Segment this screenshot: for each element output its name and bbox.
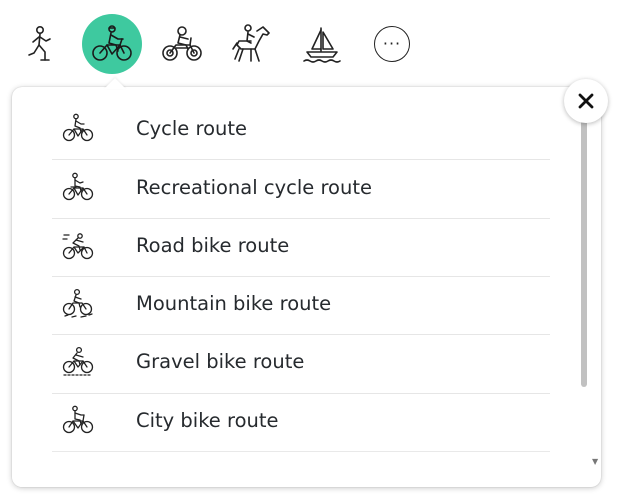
horse-riding-icon <box>232 24 270 62</box>
route-type-list[interactable]: Cycle route Recreational cycle route Roa… <box>12 87 587 487</box>
menu-item-cycle-route[interactable]: Cycle route <box>52 99 550 157</box>
menu-item-recreational-cycle-route[interactable]: Recreational cycle route <box>52 158 550 216</box>
road-bike-icon <box>53 230 103 260</box>
more-icon: ··· <box>374 26 410 62</box>
menu-item-city-bike-route[interactable]: City bike route <box>52 391 550 449</box>
sailboat-icon <box>303 27 341 63</box>
close-button[interactable] <box>564 79 608 123</box>
menu-item-mountain-bike-route[interactable]: Mountain bike route <box>52 274 550 332</box>
scrollbar-thumb[interactable] <box>581 117 587 387</box>
menu-item-label: Cycle route <box>136 116 248 140</box>
city-bike-icon <box>53 405 103 435</box>
menu-item-road-bike-route[interactable]: Road bike route <box>52 216 550 274</box>
mode-walking-button[interactable] <box>12 14 72 74</box>
close-icon <box>578 93 594 109</box>
bicycle-icon <box>92 25 132 61</box>
mode-motorcycle-button[interactable] <box>152 14 212 74</box>
menu-item-label: Mountain bike route <box>136 291 332 315</box>
mode-horse-riding-button[interactable] <box>222 14 282 74</box>
mode-sailing-button[interactable] <box>292 14 352 74</box>
activity-mode-bar: ··· <box>0 0 626 86</box>
menu-item-label: Gravel bike route <box>136 349 305 373</box>
menu-item-label: Road bike route <box>136 233 290 257</box>
menu-item-gravel-bike-route[interactable]: Gravel bike route <box>52 332 550 390</box>
mode-cycling-button[interactable] <box>82 14 142 74</box>
scroll-down-icon[interactable]: ▼ <box>592 458 598 466</box>
route-type-menu: Cycle route Recreational cycle route Roa… <box>12 87 601 487</box>
motorcycle-icon <box>162 26 202 61</box>
list-fade <box>12 447 587 487</box>
recreational-cyclist-icon <box>53 172 103 202</box>
walking-icon <box>28 25 51 61</box>
mountain-bike-icon <box>53 288 103 318</box>
cyclist-icon <box>53 113 103 143</box>
popover-pointer <box>104 78 126 89</box>
gravel-bike-icon <box>53 346 103 376</box>
mode-more-button[interactable]: ··· <box>362 14 422 74</box>
menu-item-label: City bike route <box>136 408 279 432</box>
menu-item-label: Recreational cycle route <box>136 175 372 199</box>
